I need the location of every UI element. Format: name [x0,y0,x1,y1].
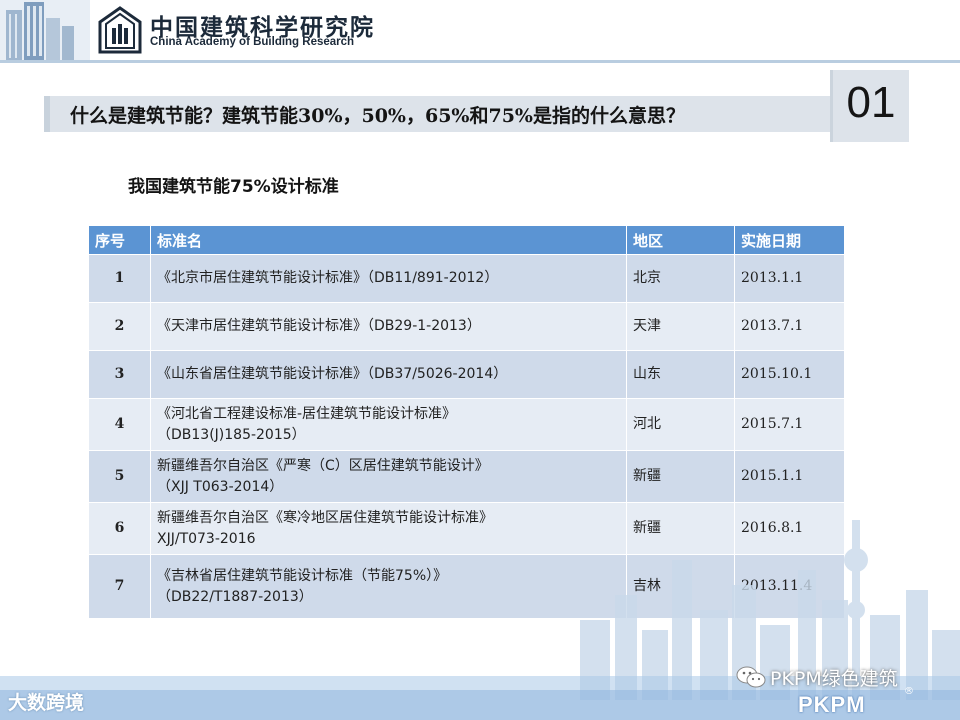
table-row: 3 《山东省居住建筑节能设计标准》（DB37/5026-2014） 山东 201… [88,350,845,399]
row-standard-name: 《河北省工程建设标准-居住建筑节能设计标准》 （DB13(J)185-2015） [150,398,627,451]
name-line: 《河北省工程建设标准-居住建筑节能设计标准》 [157,405,457,422]
header-standard-name: 标准名 [150,225,627,255]
table-row: 4 《河北省工程建设标准-居住建筑节能设计标准》 （DB13(J)185-201… [88,398,845,451]
row-standard-name: 《天津市居住建筑节能设计标准》（DB29-1-2013） [150,302,627,351]
row-standard-name: 新疆维吾尔自治区《严寒（C）区居住建筑节能设计》 （XJJ T063-2014） [150,450,627,503]
section-number-box: 01 [830,70,909,142]
row-serial: 6 [88,502,151,555]
row-serial: 5 [88,450,151,503]
header-effective-date: 实施日期 [734,225,845,255]
name-line-code: （XJJ T063-2014） [157,478,284,495]
row-serial: 4 [88,398,151,451]
question-banner: 什么是建筑节能？建筑节能30%，50%，65%和75%是指的什么意思？ [44,96,834,132]
header-serial: 序号 [88,225,151,255]
org-name-en: China Academy of Building Research [150,36,355,48]
row-standard-name: 《吉林省居住建筑节能设计标准（节能75%）》 （DB22/T1887-2013） [150,554,627,619]
name-line: 《天津市居住建筑节能设计标准》（DB29-1-2013） [157,318,481,334]
row-region: 北京 [626,254,735,303]
row-standard-name: 《山东省居住建筑节能设计标准》（DB37/5026-2014） [150,350,627,399]
question-text: 什么是建筑节能？建筑节能30%，50%，65%和75%是指的什么意思？ [70,105,685,127]
table-row: 2 《天津市居住建筑节能设计标准》（DB29-1-2013） 天津 2013.7… [88,302,845,351]
header-region: 地区 [626,225,735,255]
row-date: 2015.1.1 [734,450,845,503]
section-number: 01 [846,78,896,127]
name-line-code: （DB22/T1887-2013） [157,588,313,605]
table-row: 5 新疆维吾尔自治区《严寒（C）区居住建筑节能设计》 （XJJ T063-201… [88,450,845,503]
header-divider [0,60,960,63]
row-region: 新疆 [626,450,735,503]
row-date: 2013.1.1 [734,254,845,303]
row-date: 2015.10.1 [734,350,845,399]
row-region: 山东 [626,350,735,399]
table-title: 我国建筑节能75%设计标准 [128,177,339,197]
name-line: 《吉林省居住建筑节能设计标准（节能75%）》 [157,567,448,584]
table-row: 1 《北京市居住建筑节能设计标准》（DB11/891-2012） 北京 2013… [88,254,845,303]
name-line: 《北京市居住建筑节能设计标准》（DB11/891-2012） [157,270,499,286]
name-line-code: （DB13(J)185-2015） [157,426,306,443]
name-line: 《山东省居住建筑节能设计标准》（DB37/5026-2014） [157,366,508,382]
row-region: 河北 [626,398,735,451]
academy-logo-icon [98,6,142,54]
watermark-left: 大数跨境 [8,692,85,714]
pkpm-logo: PKPM [798,692,866,717]
registered-mark: ® [904,686,914,697]
row-serial: 1 [88,254,151,303]
row-serial: 3 [88,350,151,399]
row-serial: 2 [88,302,151,351]
table-header-row: 序号 标准名 地区 实施日期 [88,225,845,255]
row-serial: 7 [88,554,151,619]
row-date: 2015.7.1 [734,398,845,451]
row-standard-name: 新疆维吾尔自治区《寒冷地区居住建筑节能设计标准》 XJJ/T073-2016 [150,502,627,555]
row-standard-name: 《北京市居住建筑节能设计标准》（DB11/891-2012） [150,254,627,303]
wechat-icon [736,666,766,688]
watermark-right: PKPM绿色建筑 [770,668,898,690]
name-line-code: XJJ/T073-2016 [157,530,256,547]
name-line: 新疆维吾尔自治区《寒冷地区居住建筑节能设计标准》 [157,509,493,526]
row-region: 天津 [626,302,735,351]
name-line: 新疆维吾尔自治区《严寒（C）区居住建筑节能设计》 [157,457,489,474]
building-skyline-icon [0,0,90,60]
header: 中国建筑科学研究院 China Academy of Building Rese… [0,0,960,60]
row-date: 2013.7.1 [734,302,845,351]
